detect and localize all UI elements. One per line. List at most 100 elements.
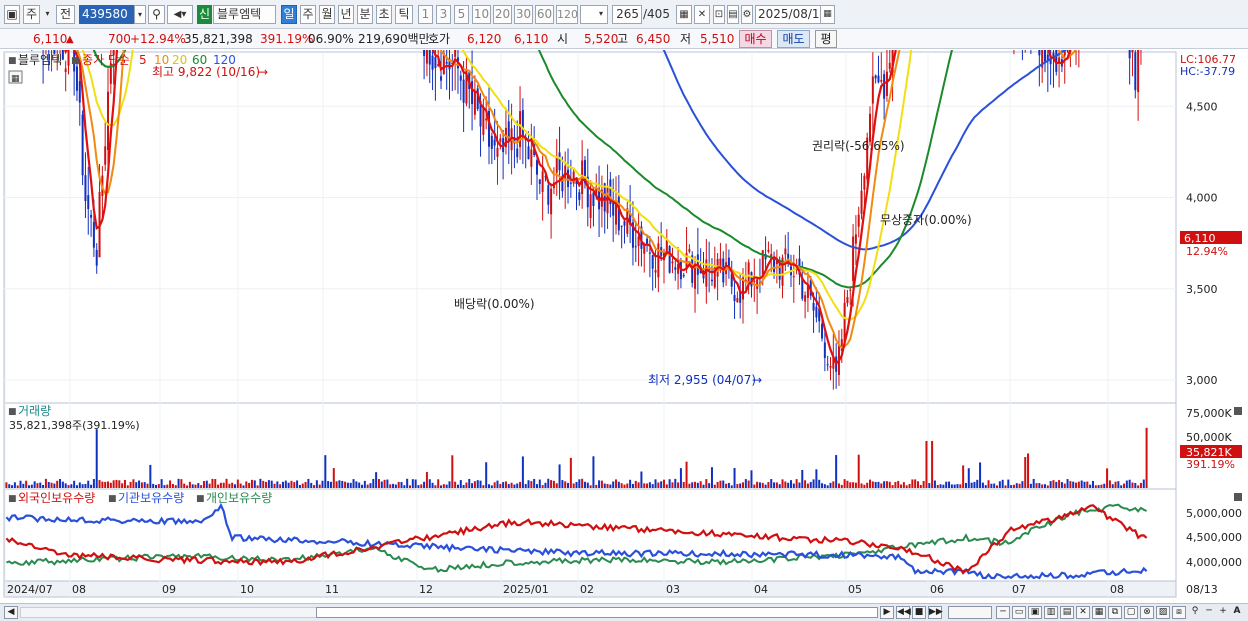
link-icon[interactable]: ⊗ — [1140, 606, 1154, 619]
volume-bar — [998, 481, 1001, 488]
tile-icon[interactable]: ▦ — [1092, 606, 1106, 619]
candle-body — [107, 91, 110, 150]
period-year[interactable]: 년 — [338, 5, 354, 24]
volume-bar — [761, 482, 764, 488]
print-icon[interactable]: ▤ — [727, 5, 739, 24]
volume-bar — [242, 485, 245, 488]
stock-label[interactable]: 블루엠텍 — [18, 53, 62, 67]
stop-icon[interactable]: ■ — [912, 606, 926, 619]
volume-bar — [445, 484, 448, 488]
code-dropdown-icon[interactable]: ▾ — [134, 5, 146, 24]
sound-icon[interactable]: ◀▾ — [167, 5, 193, 24]
volume-bar — [575, 482, 578, 488]
group-icon[interactable]: ⧈ — [1172, 606, 1186, 619]
window-icon[interactable]: ▣ — [1028, 606, 1042, 619]
current-price: 6,110 — [33, 32, 68, 46]
volume-bar — [798, 482, 801, 488]
interval-dropdown-icon[interactable]: ▾ — [594, 5, 608, 24]
volume-bar — [454, 481, 457, 488]
interval-120[interactable]: 120 — [556, 5, 578, 24]
volume-bar — [660, 481, 663, 488]
volume-bar — [397, 481, 400, 488]
cross-icon[interactable]: ✕ — [1076, 606, 1090, 619]
evaluate-button[interactable]: 평 — [815, 30, 837, 48]
volume-title[interactable]: 거래량 — [18, 404, 51, 418]
interval-10[interactable]: 10 — [472, 5, 491, 24]
legend-foreign[interactable]: 외국인보유수량 — [18, 491, 95, 505]
volume-bar — [507, 484, 510, 488]
volume-bar — [733, 467, 736, 488]
volume-bar — [764, 484, 767, 488]
scroll-thumb[interactable] — [316, 607, 878, 618]
cascade-icon[interactable]: ▤ — [1060, 606, 1074, 619]
volume-bar — [877, 481, 880, 488]
zoom-slider[interactable] — [948, 606, 992, 619]
interval-30[interactable]: 30 — [514, 5, 533, 24]
volume-bar — [615, 479, 618, 488]
stock-chart[interactable]: 9,5009,0008,5008,0007,5007,0006,5006,000… — [0, 50, 1248, 603]
lock-icon[interactable]: ⊡ — [713, 5, 725, 24]
buy-button[interactable]: 매수 — [739, 30, 772, 48]
jump-start-icon[interactable]: ◀◀ — [896, 606, 911, 619]
interval-3[interactable]: 3 — [436, 5, 451, 24]
legend-institution[interactable]: 기관보유수량 — [118, 491, 184, 505]
chart-area[interactable]: 9,5009,0008,5008,0007,5007,0006,5006,000… — [0, 50, 1248, 603]
calendar-icon[interactable]: ▦ — [820, 5, 835, 24]
volume-bar — [979, 462, 982, 488]
copy-icon[interactable]: ⧉ — [1108, 606, 1122, 619]
volume-bar — [284, 480, 287, 488]
grid-icon[interactable]: ▦ — [676, 5, 692, 24]
minus-icon[interactable]: ─ — [996, 606, 1010, 619]
interval-5[interactable]: 5 — [454, 5, 469, 24]
split-icon[interactable]: ▥ — [1044, 606, 1058, 619]
period-tick[interactable]: 틱 — [395, 5, 413, 24]
volume-bar — [267, 480, 270, 488]
count-input[interactable]: 265 — [612, 5, 642, 24]
scroll-left-icon[interactable]: ◀ — [4, 606, 18, 619]
period-minute[interactable]: 분 — [357, 5, 373, 24]
search-icon[interactable]: ⚲ — [148, 5, 165, 24]
image-icon[interactable]: ▨ — [1156, 606, 1170, 619]
volume-bar — [414, 479, 417, 488]
interval-20[interactable]: 20 — [493, 5, 512, 24]
window-menu-icon[interactable]: ▣ — [4, 5, 20, 24]
period-second[interactable]: 초 — [376, 5, 392, 24]
candle-body — [473, 90, 476, 115]
ma-legend-title[interactable]: 종가 단순 — [82, 53, 130, 67]
volume-bar — [118, 480, 121, 488]
stock-name-field[interactable]: 블루엠텍 — [213, 5, 276, 24]
period-day[interactable]: 일 — [281, 5, 297, 24]
crosshair-icon[interactable]: ✕ — [694, 5, 710, 24]
scroll-right-icon[interactable]: ▶ — [880, 606, 894, 619]
period-week[interactable]: 주 — [300, 5, 316, 24]
gear-icon[interactable]: ⚙ — [741, 5, 753, 24]
text-size-icon[interactable]: A — [1230, 606, 1244, 619]
legend-individual[interactable]: 개인보유수량 — [206, 491, 272, 505]
legend-marker: ■ — [8, 56, 17, 66]
holding-panel-close-icon[interactable] — [1234, 493, 1242, 501]
period-month[interactable]: 월 — [319, 5, 335, 24]
volume-bar — [1072, 481, 1075, 488]
volume-ratio: 391.19% — [260, 32, 314, 46]
sell-button[interactable]: 매도 — [777, 30, 810, 48]
interval-60[interactable]: 60 — [535, 5, 554, 24]
zoom-icon[interactable]: ⚲ — [1188, 606, 1202, 619]
stock-code-input[interactable]: 439580 — [79, 5, 134, 24]
volume-bar — [789, 480, 792, 488]
prev-button[interactable]: 전 — [56, 5, 75, 24]
market-dropdown-icon[interactable]: ▾ — [43, 5, 52, 24]
volume-bar — [394, 484, 397, 488]
market-button[interactable]: 주 — [23, 5, 40, 24]
zoom-in-icon[interactable]: + — [1216, 606, 1230, 619]
volume-bar — [1018, 483, 1021, 488]
zoom-out-icon[interactable]: ─ — [1202, 606, 1216, 619]
volume-panel-close-icon[interactable] — [1234, 407, 1242, 415]
interval-1[interactable]: 1 — [418, 5, 433, 24]
volume-bar — [860, 483, 863, 488]
volume-bar — [742, 482, 745, 488]
volume-bar — [211, 478, 214, 488]
layout-icon[interactable]: ▭ — [1012, 606, 1026, 619]
jump-end-icon[interactable]: ▶▶ — [928, 606, 943, 619]
volume-bar — [369, 483, 372, 488]
frame-icon[interactable]: ▢ — [1124, 606, 1138, 619]
